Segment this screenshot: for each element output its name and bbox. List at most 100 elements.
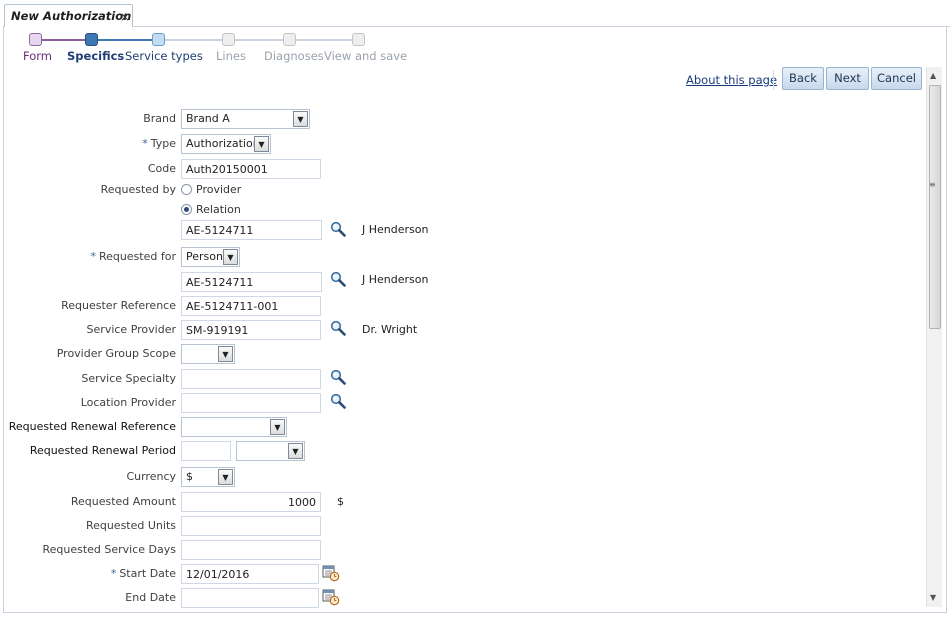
train-label-specifics: Specifics (67, 49, 125, 63)
train-stop-diagnoses (283, 33, 296, 46)
location-provider-label: Location Provider (80, 396, 176, 409)
train-label-diagnoses: Diagnoses (264, 49, 324, 63)
person-name: J Henderson (362, 273, 429, 286)
requested-service-days-label: Requested Service Days (42, 543, 176, 556)
provider-group-scope-select[interactable]: ▼ (181, 344, 235, 364)
requested-amount-label: Requested Amount (70, 495, 176, 508)
wizard-train: Form Specifics Service types Lines Diagn… (0, 33, 420, 63)
brand-value: Brand A (186, 112, 230, 125)
required-marker: * (142, 137, 148, 150)
calendar-icon[interactable] (322, 564, 340, 582)
requested-by-provider-radio[interactable] (181, 184, 192, 195)
chevron-down-icon[interactable]: ▼ (218, 469, 233, 485)
requested-renewal-reference-select[interactable]: ▼ (181, 417, 287, 437)
location-provider-field[interactable] (181, 393, 321, 413)
tab-new-authorization[interactable]: New Authorization × (4, 4, 133, 27)
chevron-down-icon[interactable]: ▼ (218, 346, 233, 362)
requested-for-select[interactable]: Person ▼ (181, 247, 240, 267)
search-icon[interactable] (330, 369, 346, 385)
requested-renewal-period-label: Requested Renewal Period (29, 444, 176, 457)
scrollbar-thumb[interactable] (929, 85, 941, 329)
chevron-down-icon[interactable]: ▼ (254, 136, 269, 152)
train-label-form[interactable]: Form (23, 49, 52, 63)
tab-bar: New Authorization × (0, 0, 952, 27)
provider-option-label[interactable]: Provider (196, 183, 241, 196)
train-connector-current (98, 39, 153, 41)
search-icon[interactable] (330, 221, 346, 237)
train-connector (165, 39, 223, 41)
provider-group-scope-label: Provider Group Scope (56, 347, 176, 360)
close-icon[interactable]: × (120, 10, 130, 24)
start-date-label: * Start Date (111, 567, 176, 580)
requested-amount-field[interactable]: 1000 (181, 492, 321, 512)
requested-by-relation-radio[interactable] (181, 204, 192, 215)
type-label-text: Type (150, 137, 176, 150)
requested-service-days-field[interactable] (181, 540, 321, 560)
chevron-down-icon[interactable]: ▼ (223, 249, 238, 265)
service-provider-label: Service Provider (86, 323, 176, 336)
search-icon[interactable] (330, 393, 346, 409)
requested-units-field[interactable] (181, 516, 321, 536)
requester-reference-label: Requester Reference (61, 299, 176, 312)
requested-for-label: * Requested for (90, 250, 176, 263)
relation-name: J Henderson (362, 223, 429, 236)
search-icon[interactable] (330, 271, 346, 287)
train-stop-lines (222, 33, 235, 46)
train-stop-form[interactable] (29, 33, 42, 46)
back-button[interactable]: Back (782, 67, 824, 90)
requested-for-label-text: Requested for (98, 250, 176, 263)
grip-icon: ≡ (929, 180, 936, 189)
toolbar-separator (773, 70, 774, 90)
currency-value: $ (186, 470, 193, 483)
requested-renewal-reference-label: Requested Renewal Reference (8, 420, 176, 433)
search-icon[interactable] (330, 320, 346, 336)
service-provider-field[interactable]: SM-919191 (181, 320, 321, 340)
requested-for-value: Person (186, 250, 223, 263)
service-specialty-label: Service Specialty (81, 372, 176, 385)
train-connector (295, 39, 352, 41)
renewal-period-unit-select[interactable]: ▼ (236, 441, 305, 461)
calendar-icon[interactable] (322, 588, 340, 606)
currency-select[interactable]: $ ▼ (181, 467, 235, 487)
requested-amount-currency: $ (337, 495, 344, 508)
train-label-service-types[interactable]: Service types (125, 49, 203, 63)
cancel-button[interactable]: Cancel (871, 67, 922, 90)
chevron-down-icon[interactable]: ▼ (270, 419, 285, 435)
required-marker: * (90, 250, 96, 263)
requester-reference-field[interactable]: AE-5124711-001 (181, 296, 321, 316)
type-label: * Type (142, 137, 176, 150)
about-this-page-link[interactable]: About this page (686, 73, 777, 87)
train-stop-service-types[interactable] (152, 33, 165, 46)
relation-option-label[interactable]: Relation (196, 203, 241, 216)
start-date-field[interactable]: 12/01/2016 (181, 564, 319, 584)
type-value: Authorization (186, 137, 260, 150)
type-select[interactable]: Authorization ▼ (181, 134, 271, 154)
code-field[interactable]: Auth20150001 (181, 159, 321, 179)
end-date-field[interactable] (181, 588, 319, 608)
tab-title: New Authorization (11, 9, 132, 23)
service-provider-name: Dr. Wright (362, 323, 418, 336)
brand-label: Brand (143, 112, 176, 125)
brand-select[interactable]: Brand A ▼ (181, 109, 310, 129)
train-stop-specifics (85, 33, 98, 46)
vertical-scrollbar[interactable]: ▲ ≡ ▼ (926, 67, 942, 607)
person-field[interactable]: AE-5124711 (181, 272, 322, 292)
required-marker: * (110, 567, 117, 580)
end-date-label: End Date (125, 591, 176, 604)
relation-field[interactable]: AE-5124711 (181, 220, 322, 240)
train-label-view-and-save: View and save (324, 49, 408, 63)
chevron-down-icon[interactable]: ▼ (293, 111, 308, 127)
scroll-down-arrow-icon[interactable]: ▼ (930, 593, 936, 602)
train-connector-visited (42, 39, 86, 41)
service-specialty-field[interactable] (181, 369, 321, 389)
next-button[interactable]: Next (826, 67, 869, 90)
start-date-label-text: Start Date (119, 567, 176, 580)
requested-renewal-period-field[interactable] (181, 441, 231, 461)
requested-units-label: Requested Units (85, 519, 176, 532)
scroll-up-arrow-icon[interactable]: ▲ (930, 71, 936, 80)
code-label: Code (147, 162, 176, 175)
requested-by-label: Requested by (100, 183, 176, 196)
chevron-down-icon[interactable]: ▼ (288, 443, 303, 459)
train-label-lines: Lines (216, 49, 246, 63)
train-stop-view-and-save (352, 33, 365, 46)
